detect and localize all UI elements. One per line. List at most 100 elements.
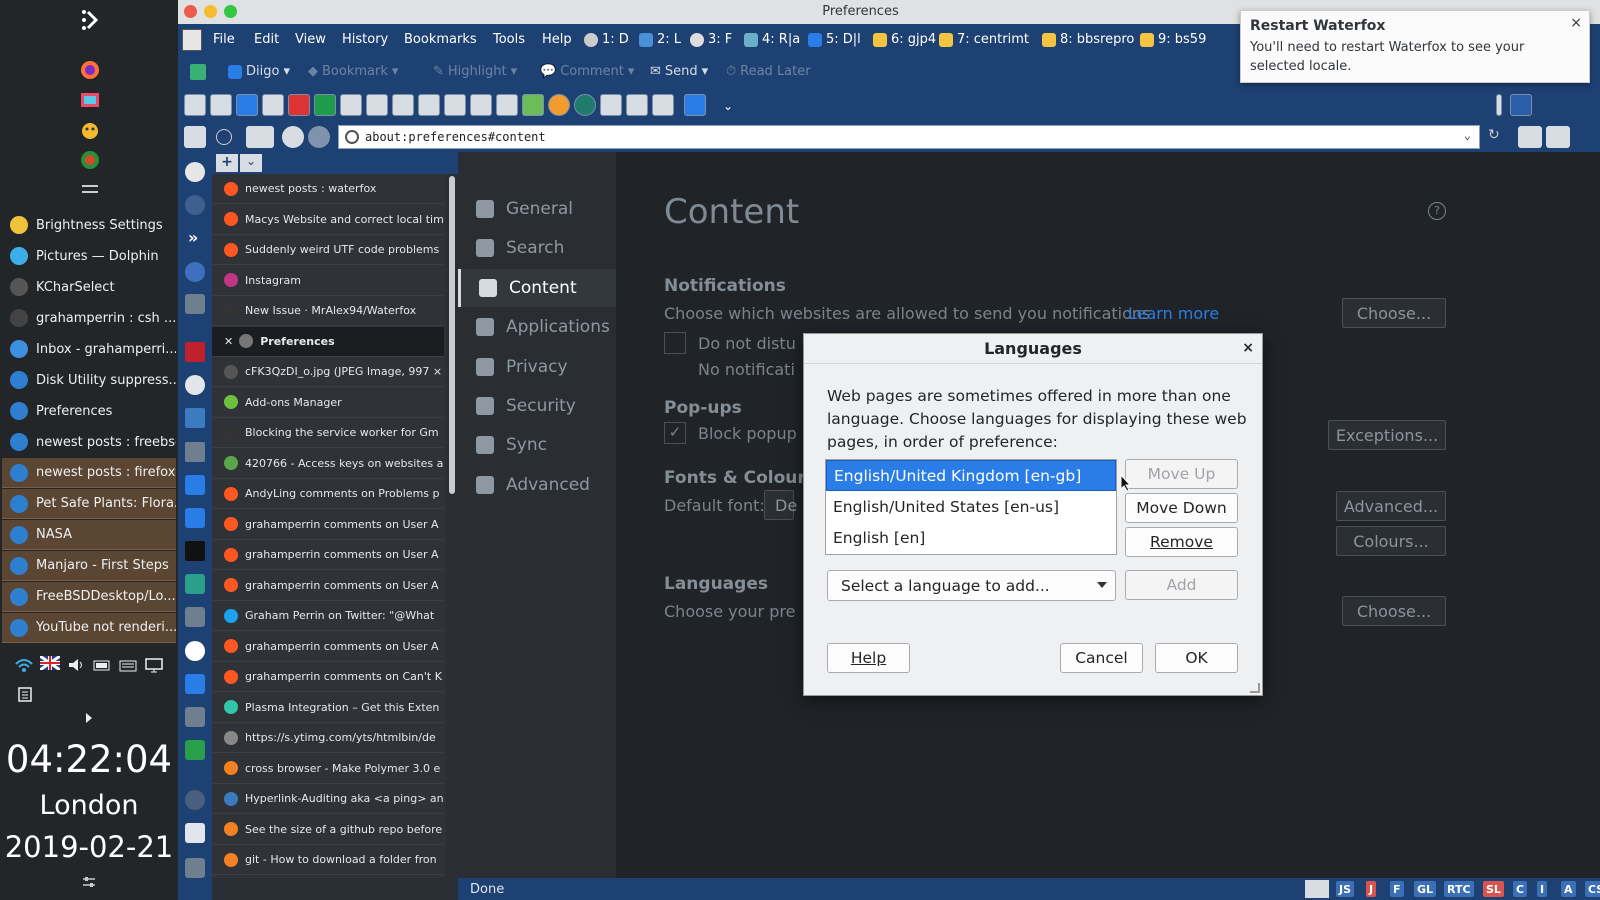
search-icon[interactable] [392, 94, 414, 116]
status-badge[interactable]: JS [1336, 881, 1355, 897]
taskbar-task[interactable]: Pet Safe Plants: Flora... [2, 489, 176, 519]
tab-tree-item[interactable]: 420766 - Access keys on websites ar [212, 449, 444, 479]
status-badge[interactable]: C [1513, 881, 1528, 897]
cancel-button[interactable]: Cancel [1060, 643, 1143, 673]
kde-menu-icon[interactable] [78, 8, 102, 32]
tab-tree-item[interactable]: Graham Perrin on Twitter: "@What [212, 601, 444, 631]
status-badge[interactable]: GL [1414, 881, 1437, 897]
dialog-close-icon[interactable]: × [1242, 340, 1254, 356]
new-tab-plus-icon[interactable]: + [216, 154, 238, 172]
status-badge[interactable]: J [1366, 881, 1377, 897]
prefs-nav-privacy[interactable]: Privacy [458, 348, 616, 386]
menu-tab-4[interactable]: 4: R|a [744, 32, 800, 47]
tab-tree-item[interactable]: Add-ons Manager [212, 388, 444, 418]
menu-tab-6[interactable]: 6: gjp4 [873, 32, 936, 47]
reload-icon[interactable]: ↻ [1488, 127, 1500, 143]
firefox-icon[interactable] [78, 58, 102, 82]
language-select[interactable]: Select a language to add... [827, 570, 1116, 601]
status-blank-icon[interactable] [1305, 880, 1329, 898]
tab-tree-item[interactable]: ✕ Preferences [212, 326, 444, 357]
n-icon[interactable] [185, 674, 205, 694]
notification-close-icon[interactable]: × [1570, 15, 1582, 31]
diigo-button[interactable]: Diigo ▾ [228, 64, 290, 79]
volume-icon[interactable] [66, 656, 86, 674]
settings-icon[interactable] [418, 94, 440, 116]
tab-tree-item[interactable]: grahamperrin comments on User A [212, 510, 444, 540]
site-identity-icon[interactable] [345, 130, 359, 144]
diigo-addon-icon[interactable] [236, 94, 258, 116]
tab-tree-item[interactable]: cross browser - Make Polymer 3.0 e [212, 754, 444, 784]
taskbar-task[interactable]: YouTube not renderi... [2, 613, 176, 643]
s-icon[interactable] [185, 574, 205, 594]
battery-icon[interactable] [92, 656, 112, 674]
tab-tree-item[interactable]: Instagram [212, 266, 444, 296]
menu-file[interactable]: File [213, 32, 235, 47]
expand-tray-icon[interactable] [84, 712, 94, 724]
diigo-logo-icon[interactable] [190, 64, 206, 80]
status-badge[interactable]: RTC [1444, 881, 1474, 897]
reader-icon[interactable] [1518, 126, 1542, 148]
menu-help[interactable]: Help [542, 32, 572, 47]
upload-icon[interactable] [522, 94, 544, 116]
taskbar-task[interactable]: FreeBSDDesktop/Lo... [2, 582, 176, 612]
languages-choose-button[interactable]: Choose... [1342, 596, 1446, 626]
menu-tab-7[interactable]: 7: centrimt [939, 32, 1029, 47]
pencil-icon[interactable] [185, 858, 205, 878]
learn-more-link[interactable]: Learn more [1128, 304, 1219, 323]
status-badge[interactable]: SL [1483, 881, 1504, 897]
menu-bookmarks[interactable]: Bookmarks [404, 32, 477, 47]
forward-icon[interactable] [308, 126, 330, 148]
qj-icon[interactable] [684, 94, 706, 116]
overflow-chevron-icon[interactable]: ⌄ [723, 99, 733, 113]
menu-tab-8[interactable]: 8: bbsrepro [1042, 32, 1134, 47]
disk-save-icon[interactable] [1510, 94, 1532, 116]
extension-icon[interactable] [1546, 126, 1570, 148]
tab-tree-item[interactable]: git - How to download a folder fron [212, 845, 444, 875]
circle-icon[interactable] [185, 641, 205, 661]
taskbar-task[interactable]: KCharSelect [2, 272, 176, 302]
save-icon[interactable] [444, 94, 466, 116]
taskbar-task[interactable]: newest posts : freebsd [2, 427, 176, 457]
tab-tree-item[interactable]: https://s.ytimg.com/yts/htmlbin/de [212, 723, 444, 753]
tab-tree-item[interactable]: Hyperlink-Auditing aka <a ping> an [212, 784, 444, 814]
waterfox-icon[interactable] [185, 375, 205, 395]
move-up-button[interactable]: Move Up [1125, 459, 1238, 489]
privacy-badger-icon[interactable] [574, 94, 596, 116]
wrench-icon[interactable] [185, 823, 205, 843]
block-popups-checkbox[interactable]: ✓ [664, 422, 686, 444]
tab-menu-chevron-icon[interactable]: ⌄ [240, 154, 262, 172]
language-list[interactable]: English/United Kingdom [en-gb] English/Un… [825, 459, 1117, 555]
menu-history[interactable]: History [342, 32, 388, 47]
notion-icon[interactable] [652, 94, 674, 116]
keyboard-icon[interactable] [118, 656, 138, 674]
mastodon-icon[interactable] [185, 408, 205, 428]
re-icon[interactable] [185, 475, 205, 495]
tab-tree-item[interactable]: See the size of a github repo before [212, 815, 444, 845]
camera-icon[interactable] [185, 294, 205, 314]
menu-tab-1[interactable]: 1: D [584, 32, 629, 47]
history-icon[interactable] [246, 126, 274, 148]
taskbar-task[interactable]: newest posts : firefox [2, 458, 176, 488]
menu-tab-3[interactable]: 3: F [690, 32, 732, 47]
tiger-icon[interactable] [78, 118, 102, 142]
colours-button[interactable]: Colours... [1336, 526, 1446, 556]
send-button[interactable]: ✉ Send ▾ [650, 64, 708, 79]
ok-button[interactable]: OK [1155, 643, 1238, 673]
eye-icon[interactable] [470, 94, 492, 116]
menu-tools[interactable]: Tools [493, 32, 525, 47]
menu-tab-2[interactable]: 2: L [639, 32, 681, 47]
notifications-choose-button[interactable]: Choose... [1342, 298, 1446, 328]
menu-tab-9[interactable]: 9: bs59 [1140, 32, 1206, 47]
ublock-icon[interactable] [548, 94, 570, 116]
sidebar-toggle-icon[interactable] [184, 94, 206, 116]
taskbar-task[interactable]: Pictures — Dolphin [2, 241, 176, 271]
trash-side-icon[interactable] [185, 442, 205, 462]
image-viewer-icon[interactable] [78, 88, 102, 112]
prefs-nav-security[interactable]: Security [458, 387, 616, 425]
display-icon[interactable] [144, 656, 164, 674]
calendar-icon[interactable] [210, 94, 232, 116]
help-icon[interactable]: ? [1428, 202, 1446, 220]
prefs-nav-search[interactable]: Search [458, 229, 616, 267]
tab-tree-item[interactable]: grahamperrin comments on User A [212, 571, 444, 601]
menu-edit[interactable]: Edit [254, 32, 279, 47]
